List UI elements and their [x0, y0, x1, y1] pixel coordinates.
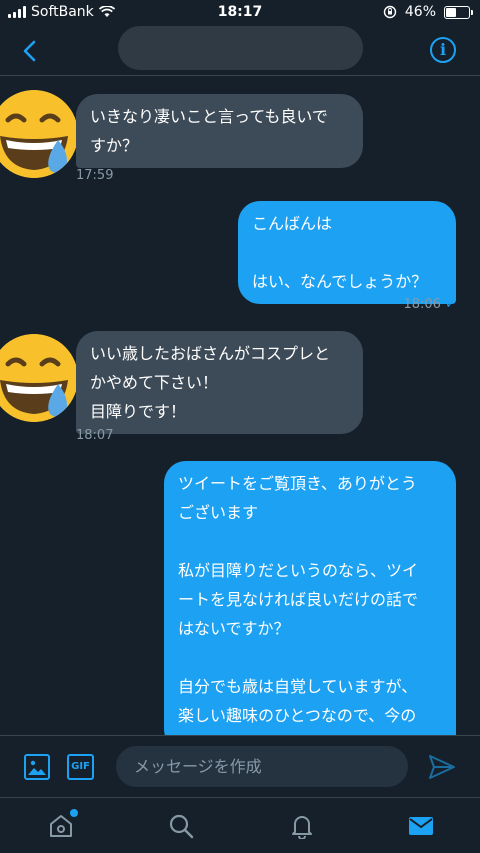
info-icon: i — [439, 40, 447, 59]
nav-home[interactable] — [47, 809, 78, 840]
nav-messages[interactable] — [407, 812, 435, 840]
orientation-lock-icon — [383, 5, 397, 19]
message-composer: GIF — [0, 735, 480, 797]
battery-icon — [444, 5, 473, 19]
battery-fill — [446, 7, 457, 17]
message-thread[interactable]: いきなり凄いこと言っても良いで すか？ 17:59 こんばんは はい、なんでしょ… — [0, 77, 480, 735]
home-icon — [50, 815, 72, 837]
tears-of-joy-emoji-icon — [0, 90, 78, 178]
nav-notifications[interactable] — [288, 812, 316, 840]
mail-icon — [409, 817, 433, 835]
gif-button[interactable]: GIF — [67, 754, 94, 780]
message-timestamp: 17:59 — [76, 168, 114, 183]
add-photo-button[interactable] — [24, 754, 50, 780]
status-right: 46% — [383, 4, 473, 20]
message-input[interactable] — [116, 746, 408, 787]
send-icon — [429, 755, 455, 779]
conversation-header: i — [0, 26, 480, 76]
message-timestamp: 18:07 — [76, 428, 114, 443]
avatar[interactable] — [0, 334, 78, 422]
message-bubble[interactable]: ツイートをご覧頂き、ありがとう ございます 私が目障りだというのなら、ツイ ート… — [164, 461, 456, 735]
back-button[interactable] — [14, 36, 44, 66]
message-timestamp: 18:06 ✓ — [403, 297, 456, 312]
conversation-title[interactable] — [118, 26, 363, 70]
notification-dot — [70, 809, 78, 817]
send-button[interactable] — [428, 754, 456, 780]
message-bubble[interactable]: こんばんは はい、なんでしょうか？ — [238, 201, 456, 304]
message-time: 18:06 — [403, 297, 441, 312]
avatar[interactable] — [0, 90, 78, 178]
bottom-navigation — [0, 797, 480, 853]
image-icon — [28, 760, 46, 775]
info-button[interactable]: i — [430, 37, 456, 63]
message-bubble[interactable]: いい歳したおばさんがコスプレと かやめて下さい！ 目障りです！ — [76, 331, 363, 434]
chevron-left-icon — [23, 40, 36, 62]
battery-percent: 46% — [404, 4, 436, 20]
read-check-icon: ✓ — [445, 297, 456, 312]
bell-icon — [292, 816, 312, 839]
tears-of-joy-emoji-icon — [0, 334, 78, 422]
nav-search[interactable] — [167, 812, 195, 840]
status-bar: SoftBank 18:17 46% — [0, 0, 480, 26]
message-bubble[interactable]: いきなり凄いこと言っても良いで すか？ — [76, 94, 363, 168]
search-icon — [169, 814, 194, 839]
